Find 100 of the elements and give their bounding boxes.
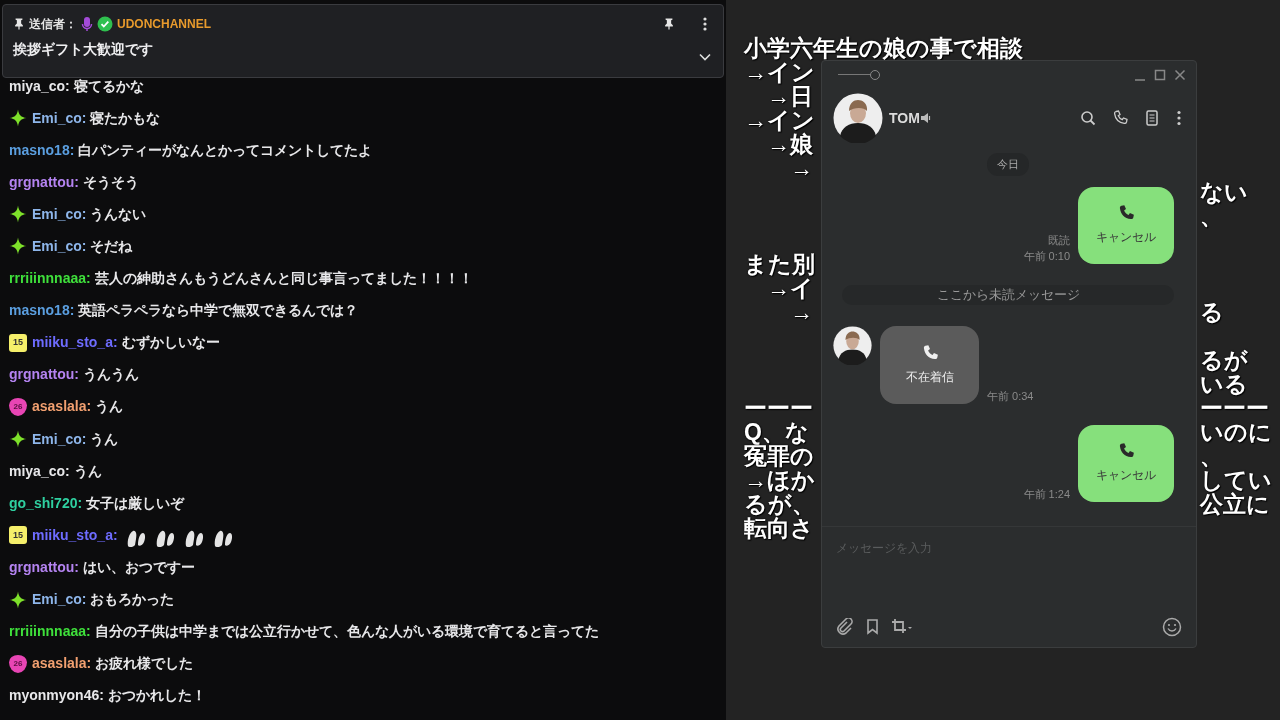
username[interactable]: masno18: [9,300,75,322]
avatar-icon[interactable] [833,93,883,143]
username[interactable]: miiku_sto_a: [32,332,118,354]
pinned-text: 挨拶ギフト大歓迎です [13,39,154,59]
note-text: 、 [1200,444,1224,468]
note-text: また別 [744,252,815,276]
message-time: 午前 0:34 [987,388,1034,404]
chat-message-text: うん [95,397,124,417]
pin-icon [663,17,675,31]
username[interactable]: masno18: [9,139,75,161]
username[interactable]: asaslala: [32,653,92,675]
bookmark-icon [864,618,881,636]
note-text: →日 [766,84,813,108]
username[interactable]: grgnattou: [9,171,79,193]
sender-name[interactable]: UDONCHANNEL [117,15,211,33]
note-text: いのに [1200,420,1273,444]
chat-message-text: おつかれした！ [107,686,206,706]
minimize-button[interactable] [1134,79,1146,81]
menu-button[interactable] [1176,110,1182,126]
call-status-text: 不在着信 [905,368,954,386]
unpin-button[interactable] [663,17,675,31]
attach-button[interactable] [836,618,854,636]
chat-message-text: 寝てるかな [73,76,144,96]
notes-button[interactable] [1144,110,1160,126]
username[interactable]: Emi_co: [32,107,87,129]
microphone-icon [81,16,93,32]
username[interactable]: grgnattou: [9,556,79,578]
username[interactable]: miya_co: [9,460,70,482]
chat-message-text: むずかしいなー [121,333,220,353]
call-status-text: キャンセル [1096,229,1156,246]
username[interactable]: rrriiinnnaaa: [9,621,91,643]
call-button[interactable] [1112,110,1128,126]
sparkle-badge-icon [9,109,27,128]
note-text: 公立に [1200,492,1271,516]
chat-message-text: うん [73,461,102,481]
chat-message-text: うんない [90,204,147,224]
username[interactable]: Emi_co: [32,589,87,610]
note-text: Q、な [744,420,809,444]
sparkle-badge-icon [9,205,27,224]
note-text: ーーー [1200,396,1270,420]
phone-icon [1117,442,1135,460]
unread-divider: ここから未読メッセージ [842,284,1174,305]
chat-message-text: 自分の子供は中学までは公立行かせて、色んな人がいる環境で育てると言ってた [94,622,599,642]
expand-button[interactable] [699,53,711,61]
maximize-icon [1154,69,1166,81]
call-bubble[interactable]: キャンセル [1078,424,1174,502]
chat-message-text: はい、おつですー [83,557,195,577]
note-text: →イン [744,60,815,84]
chat-message-text: そだね [90,236,133,256]
username[interactable]: Emi_co: [32,428,87,450]
note-text: 、 [1200,204,1224,228]
call-bubble[interactable]: キャンセル [1078,186,1174,264]
username[interactable]: Emi_co: [32,235,87,257]
chat-message-text: 寝たかもな [90,108,161,128]
chat-message-text: 芸人の紳助さんもうどんさんと同じ事言ってました！！！！ [94,269,473,289]
kebab-icon [703,17,707,31]
avatar-icon[interactable] [833,325,872,365]
message-time: 午前 1:24 [1023,486,1070,502]
note-icon [1144,110,1160,126]
note-text: →イ [766,276,814,300]
search-button[interactable] [1080,110,1096,126]
note-text: いる [1200,372,1249,396]
chat-message-text: そうそう [83,172,139,192]
chat-message-text: うんうん [83,365,139,385]
username[interactable]: rrriiinnnaaa: [9,268,91,290]
pin-icon [13,17,25,31]
maximize-button[interactable] [1154,69,1166,81]
username[interactable]: Emi_co: [32,203,87,225]
search-icon [1080,110,1096,126]
sparkle-badge-icon [9,237,27,256]
phone-icon [1117,204,1135,222]
username[interactable]: go_shi720: [9,492,83,514]
more-button[interactable] [703,17,707,31]
crop-icon [891,618,913,636]
close-button[interactable] [1174,69,1186,81]
note-text: してい [1200,468,1273,492]
subscriber-badge: 15 [9,526,27,545]
note-text: →娘 [766,132,813,156]
call-bubble[interactable]: 不在着信 [880,325,979,404]
sparkle-badge-icon [9,590,27,609]
note-text: → [790,156,813,180]
username[interactable]: myonmyon46: [9,685,104,707]
chat-message-text: 白パンティーがなんとかってコメントしてたよ [78,140,373,160]
phone-icon [1112,110,1128,126]
subscriber-badge: 26 [9,654,27,673]
read-receipt: 既読 [1048,232,1070,248]
note-text: → [789,300,813,324]
smiley-icon [1162,617,1182,637]
username[interactable]: miiku_sto_a: [32,524,118,546]
username[interactable]: miya_co: [9,75,70,97]
chat-message-text: 英語ペラペラなら中学で無双できるんでは？ [78,301,359,321]
note-text: 冤罪の [744,444,814,468]
note-text: る [1200,300,1225,324]
username[interactable]: asaslala: [32,396,92,418]
subscriber-badge: 26 [9,397,27,416]
note-text: →ほか [744,468,815,492]
keep-button[interactable] [864,618,881,636]
screenshot-button[interactable] [891,618,913,636]
emoji-button[interactable] [1162,617,1182,637]
username[interactable]: grgnattou: [9,364,79,386]
